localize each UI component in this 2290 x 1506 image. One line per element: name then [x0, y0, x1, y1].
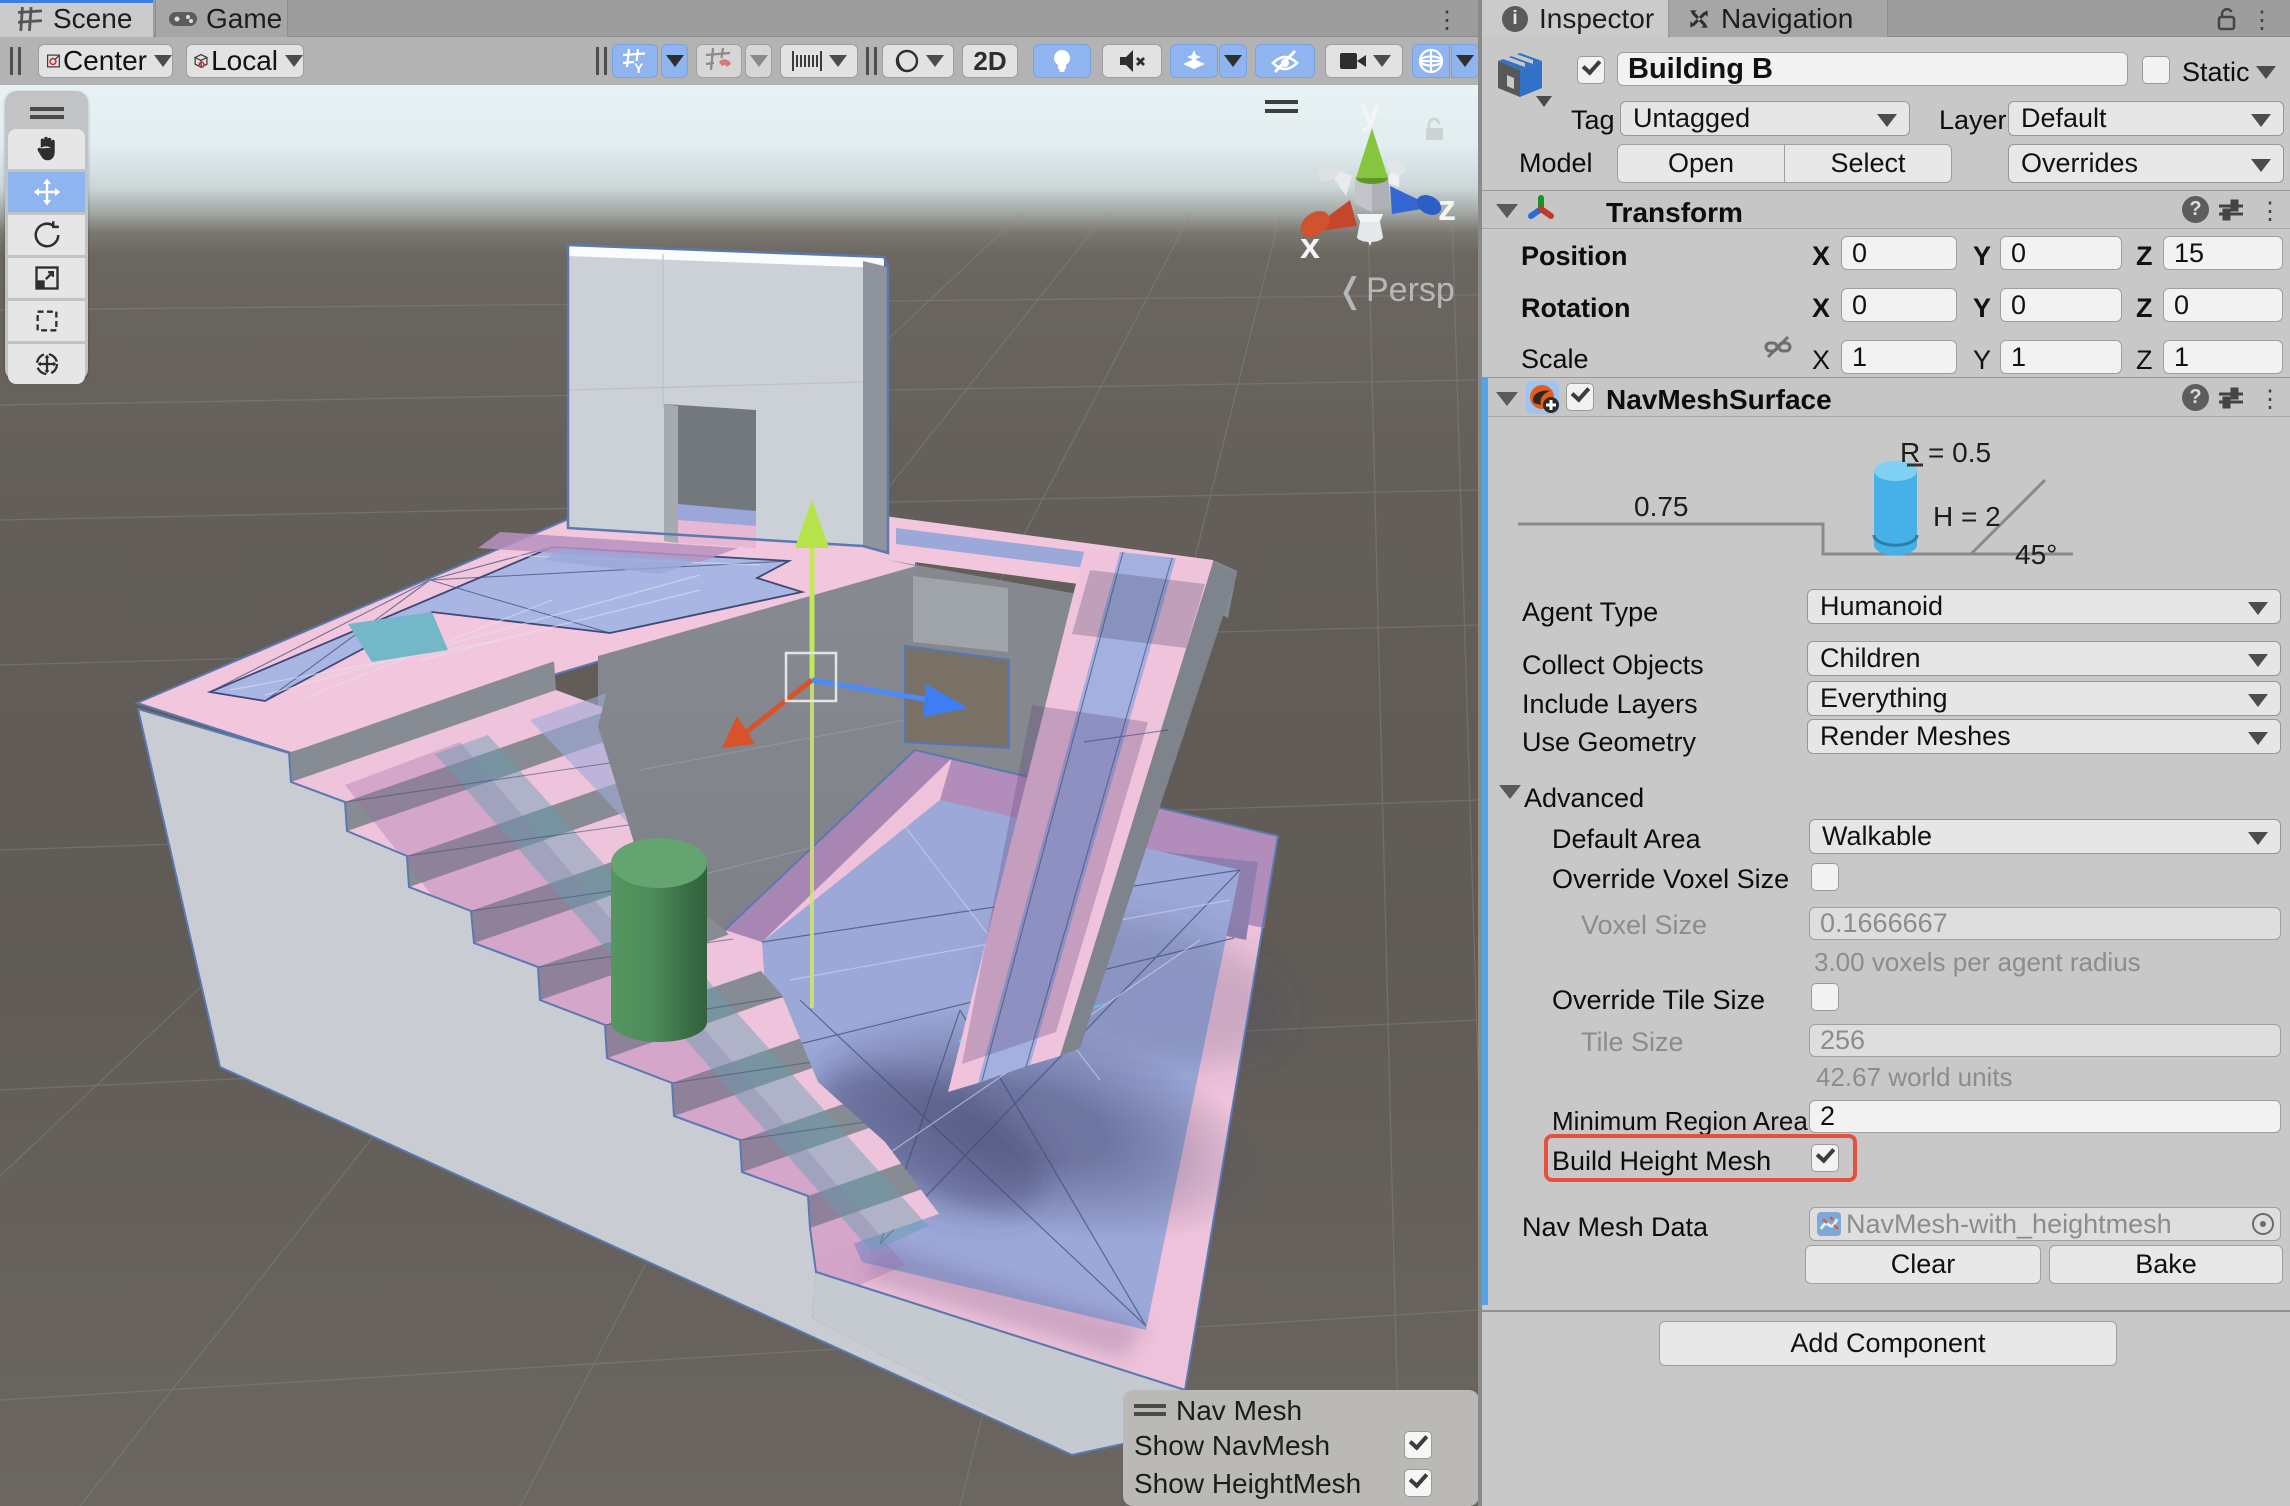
svg-text:x: x: [1300, 225, 1320, 266]
svg-text:45°: 45°: [2015, 539, 2057, 570]
svg-text:❬: ❬: [1336, 272, 1365, 311]
svg-text:H = 2: H = 2: [1933, 501, 2001, 532]
svg-text:z: z: [1438, 187, 1456, 228]
svg-text:R = 0.5: R = 0.5: [1900, 437, 1991, 468]
svg-text:y: y: [1360, 91, 1380, 132]
svg-text:0.75: 0.75: [1634, 491, 1689, 522]
svg-text:Persp: Persp: [1366, 271, 1455, 309]
svg-text:Y: Y: [634, 60, 644, 75]
